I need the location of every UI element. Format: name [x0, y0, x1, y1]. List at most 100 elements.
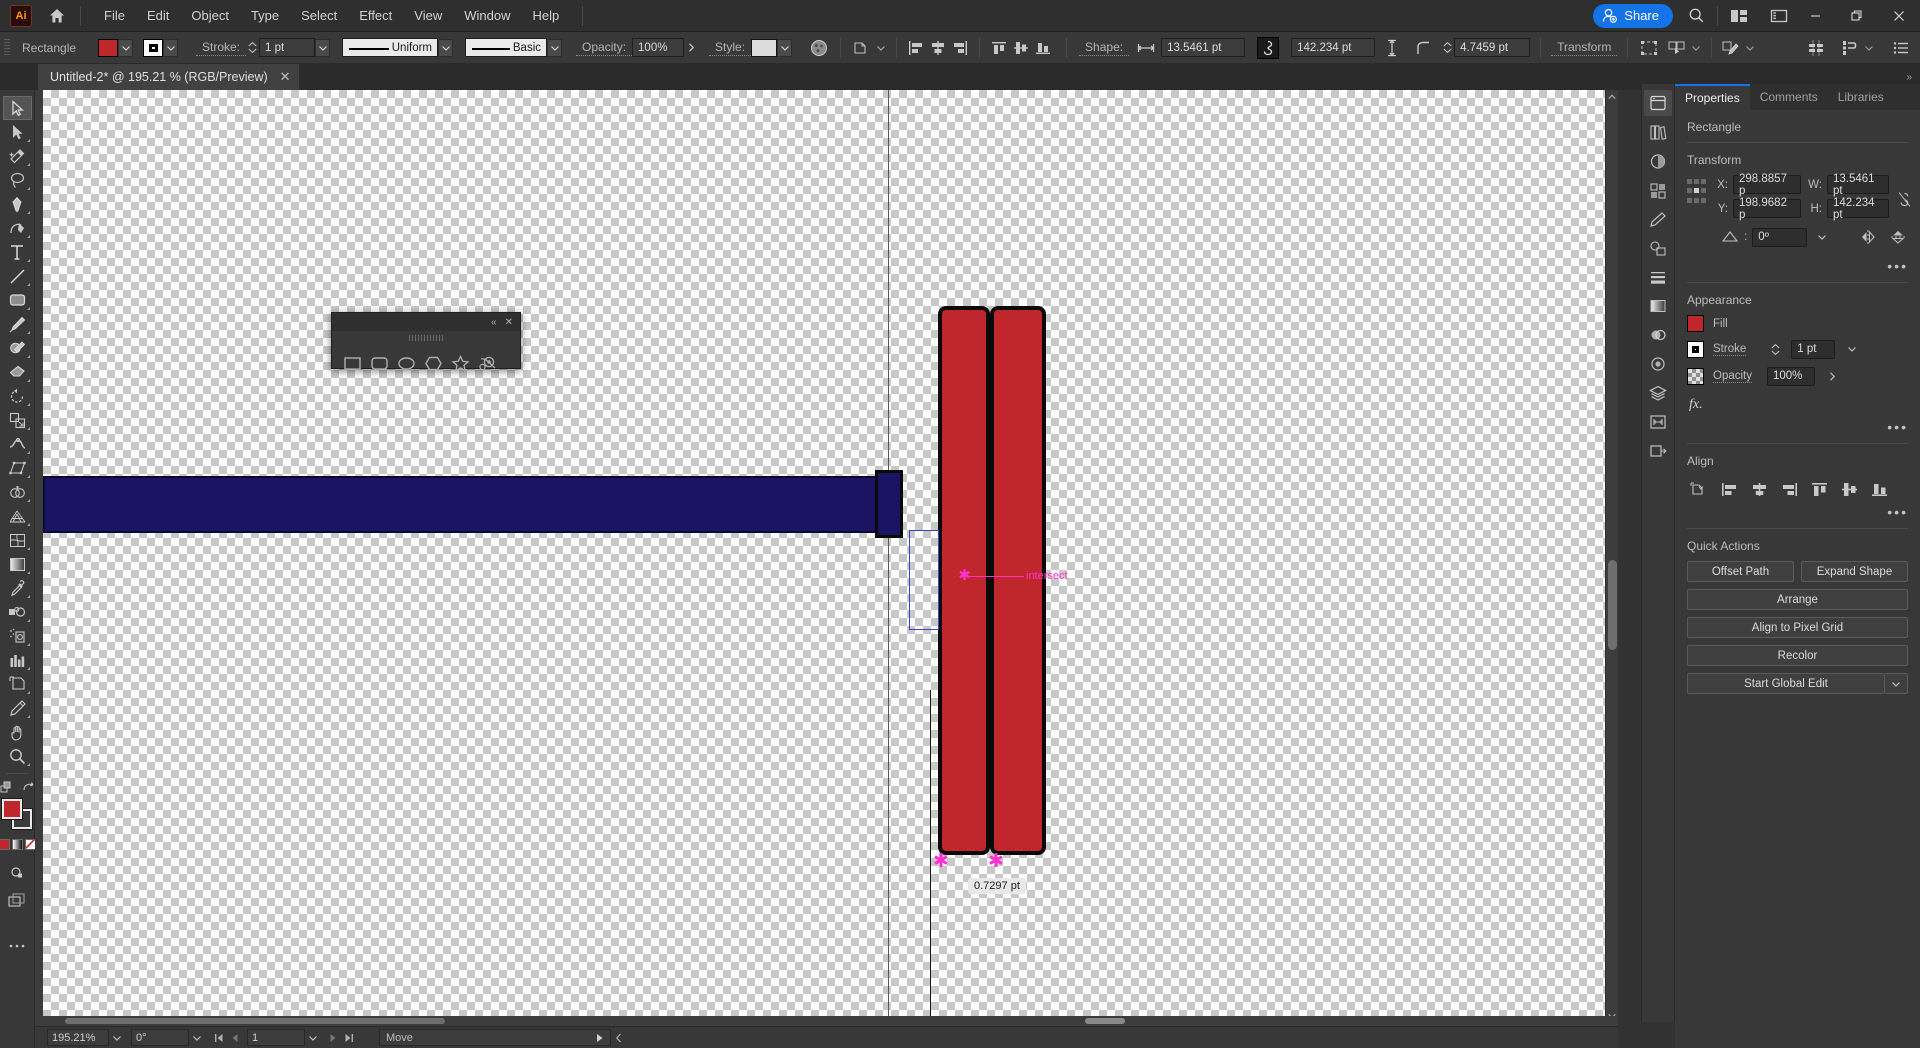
align-bottom-icon[interactable] [1867, 478, 1891, 500]
reference-point-selector[interactable] [1687, 179, 1706, 205]
status-play-icon[interactable] [595, 1033, 604, 1043]
rotation-dropdown[interactable] [189, 1029, 205, 1046]
gradient-tool[interactable] [3, 552, 32, 576]
rotate-tool[interactable] [3, 384, 32, 408]
menu-effect[interactable]: Effect [348, 4, 403, 27]
flare-tool[interactable] [475, 351, 499, 375]
arrange-button[interactable]: Arrange [1687, 589, 1908, 610]
start-global-edit-button[interactable]: Start Global Edit [1687, 673, 1884, 694]
expand-shape-button[interactable]: Expand Shape [1801, 561, 1908, 582]
more-options-icon[interactable] [1890, 37, 1912, 59]
edit-toolbar-icon[interactable] [1720, 37, 1742, 59]
corner-radius-input[interactable]: 4.7459 pt [1454, 38, 1531, 57]
blue-rectangle-shape[interactable] [43, 476, 894, 533]
color-icon[interactable] [1644, 148, 1672, 174]
symbol-sprayer-tool[interactable] [3, 624, 32, 648]
shaper-tool[interactable] [3, 336, 32, 360]
control-bar-grip[interactable] [4, 38, 10, 57]
rectangle-tool[interactable] [3, 288, 32, 312]
x-input[interactable]: 298.8857 p [1733, 173, 1801, 197]
align-to-selection-icon[interactable] [1687, 478, 1711, 500]
align-bottom-icon[interactable] [1032, 37, 1054, 59]
symbols-icon[interactable] [1644, 235, 1672, 261]
share-button[interactable]: Share [1593, 3, 1673, 28]
tab-properties[interactable]: Properties [1675, 84, 1750, 110]
zoom-tool[interactable] [3, 744, 32, 768]
curvature-tool[interactable] [3, 216, 32, 240]
brush-definition-selector[interactable]: Basic [465, 38, 548, 57]
menu-edit[interactable]: Edit [136, 4, 180, 27]
select-similar-dropdown[interactable] [1688, 39, 1703, 57]
align-to-pixel-grid-button[interactable]: Align to Pixel Grid [1687, 617, 1908, 638]
mesh-tool[interactable] [3, 528, 32, 552]
align-more-options-icon[interactable]: ••• [1887, 504, 1908, 520]
stroke-weight-label[interactable]: Stroke: [196, 40, 247, 56]
stroke-weight-dropdown[interactable] [315, 38, 331, 57]
arrange-icon[interactable] [1839, 37, 1861, 59]
appearance-fill-swatch[interactable] [1687, 315, 1704, 332]
next-artboard-icon[interactable] [325, 1029, 341, 1046]
shape-label[interactable]: Shape: [1079, 40, 1130, 56]
fill-color-dropdown[interactable] [118, 38, 133, 57]
edit-toolbar-dropdown[interactable] [1742, 39, 1757, 57]
vertical-scroll-thumb[interactable] [1608, 560, 1617, 650]
canvas-vertical-scrollbar[interactable] [1605, 90, 1618, 1022]
horizontal-scroll-thumb[interactable] [65, 1018, 445, 1024]
slice-tool[interactable] [3, 696, 32, 720]
close-button[interactable] [1878, 0, 1920, 31]
align-top-icon[interactable] [1807, 478, 1831, 500]
screen-mode-icon[interactable] [3, 888, 32, 912]
fx-label[interactable]: fx. [1689, 397, 1703, 412]
scroll-up-arrow[interactable] [1605, 90, 1618, 103]
column-graph-tool[interactable] [3, 648, 32, 672]
tab-libraries[interactable]: Libraries [1828, 84, 1894, 110]
line-segment-tool[interactable] [3, 264, 32, 288]
style-label[interactable]: Style: [709, 40, 752, 56]
polygon-tool[interactable] [421, 351, 445, 375]
swap-fill-stroke-icon[interactable] [0, 779, 15, 795]
pen-tool[interactable] [3, 192, 32, 216]
appearance-stroke-swatch[interactable] [1687, 340, 1704, 358]
corner-type-icon[interactable] [1413, 37, 1435, 59]
lasso-tool[interactable] [3, 168, 32, 192]
transform-more-options-icon[interactable]: ••• [1887, 258, 1908, 274]
unlink-proportions-icon[interactable] [1897, 189, 1912, 209]
maximize-button[interactable] [1836, 0, 1878, 31]
shapes-panel-grip[interactable] [332, 331, 520, 345]
align-right-icon[interactable] [949, 37, 971, 59]
align-middle-vertical-icon[interactable] [1837, 478, 1861, 500]
stroke-weight-stepper[interactable] [246, 38, 259, 57]
gradient-icon[interactable] [1644, 293, 1672, 319]
width-tool[interactable] [3, 432, 32, 456]
canvas-area[interactable]: ✱ intersect ✱ ✱ 0.7297 pt « ✕ [35, 90, 1618, 1022]
angle-input[interactable]: 0º [1752, 227, 1807, 247]
eraser-tool[interactable] [3, 360, 32, 384]
default-fill-stroke-icon[interactable] [21, 780, 35, 794]
close-icon[interactable]: ✕ [505, 317, 513, 328]
eyedropper-tool[interactable] [3, 576, 32, 600]
stroke-profile-selector[interactable]: Uniform [342, 38, 439, 57]
stroke-color-dropdown[interactable] [163, 38, 178, 57]
menu-help[interactable]: Help [521, 4, 570, 27]
properties-icon[interactable] [1644, 90, 1672, 116]
fill-stroke-indicator[interactable] [2, 799, 32, 829]
hand-tool[interactable] [3, 720, 32, 744]
ellipse-tool[interactable] [394, 351, 418, 375]
gradient-icon[interactable] [11, 839, 23, 850]
canvas-horizontal-scrollbar[interactable] [35, 1016, 1618, 1026]
first-artboard-icon[interactable] [211, 1029, 227, 1046]
menu-window[interactable]: Window [453, 4, 521, 27]
blue-bar-end-cap[interactable] [875, 470, 903, 538]
blend-tool[interactable] [3, 600, 32, 624]
brushes-icon[interactable] [1644, 206, 1672, 232]
selection-tool[interactable] [2, 96, 32, 120]
zoom-level-input[interactable]: 195.21% [47, 1029, 109, 1046]
opacity-input[interactable]: 100% [632, 38, 685, 57]
flip-vertical-icon[interactable] [1889, 227, 1908, 247]
artboard-number-input[interactable]: 1 [247, 1029, 305, 1046]
link-dimensions-icon[interactable] [1257, 36, 1280, 59]
tab-comments[interactable]: Comments [1750, 84, 1828, 110]
shape-width-input[interactable]: 13.5461 pt [1161, 38, 1246, 57]
shape-builder-tool[interactable] [3, 480, 32, 504]
workspace-switcher-icon[interactable] [1764, 1, 1794, 31]
